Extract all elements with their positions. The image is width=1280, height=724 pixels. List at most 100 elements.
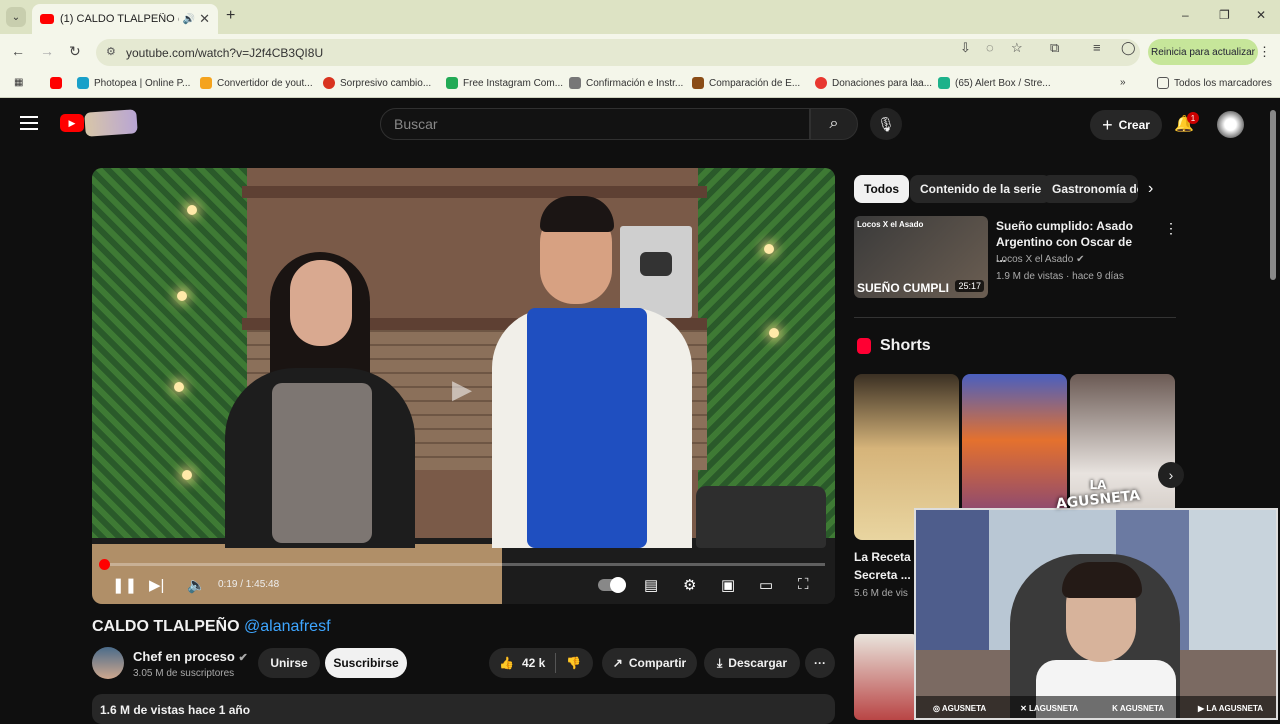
progress-bar[interactable] xyxy=(99,559,825,570)
join-button[interactable]: Unirse xyxy=(258,648,320,678)
fullscreen-icon[interactable]: ⛶ xyxy=(798,576,809,593)
bookmark-item[interactable]: Confirmación e Instr... xyxy=(569,77,683,89)
youtube-header: ▶ Buscar ⌕ 🎙 + Crear 🔔 1 xyxy=(0,100,1280,148)
handle-text: LA AGUSNETA xyxy=(1206,703,1264,713)
volume-icon[interactable]: 🔈 xyxy=(187,576,206,594)
next-button[interactable]: ▶| xyxy=(149,576,164,594)
install-app-icon[interactable]: ⇩ xyxy=(960,40,971,56)
shorts-next-icon[interactable]: › xyxy=(1158,462,1184,488)
browser-menu-icon[interactable]: ⋮ xyxy=(1258,44,1271,60)
bookmark-star-icon[interactable]: ☆ xyxy=(1011,40,1023,56)
channel-avatar[interactable] xyxy=(92,647,124,679)
video-title: CALDO TLALPEÑO @alanafresf xyxy=(92,618,331,636)
verified-icon: ✔ xyxy=(1076,254,1085,265)
tab-search-button[interactable]: ⌄ xyxy=(6,7,26,27)
recommended-thumbnail[interactable]: Locos X el Asado SUEÑO CUMPLI 25:17 xyxy=(854,216,988,298)
download-button[interactable]: ⤓ Descargar xyxy=(704,648,800,678)
like-button[interactable]: 👍 42 k xyxy=(499,656,545,670)
create-button[interactable]: + Crear xyxy=(1090,110,1162,140)
reload-button[interactable]: ↻ xyxy=(69,43,81,60)
voice-search-button[interactable]: 🎙 xyxy=(870,108,902,140)
media-controls-icon[interactable]: ≡ xyxy=(1093,40,1101,55)
chip-series[interactable]: Contenido de la serie xyxy=(910,175,1052,203)
bookmark-item[interactable]: Photopea | Online P... xyxy=(77,77,190,89)
chip-all[interactable]: Todos xyxy=(854,175,910,203)
close-tab-icon[interactable]: ✕ xyxy=(199,11,210,27)
recommended-thumbnail[interactable] xyxy=(854,634,918,720)
bookmark-item[interactable]: (65) Alert Box / Stre... xyxy=(938,77,1051,89)
video-frame-light xyxy=(764,244,774,254)
minimize-button[interactable]: – xyxy=(1182,8,1189,22)
mention-link[interactable]: @alanafresf xyxy=(244,618,331,635)
restore-button[interactable]: ❐ xyxy=(1219,8,1230,22)
dislike-icon[interactable]: 👎 xyxy=(566,656,581,670)
back-button[interactable]: ← xyxy=(11,43,25,59)
bookmark-label: Photopea | Online P... xyxy=(94,77,191,89)
chip-gastronomy[interactable]: Gastronomía de xyxy=(1042,175,1138,203)
search-input[interactable]: Buscar xyxy=(380,108,810,140)
more-actions-button[interactable]: ··· xyxy=(805,648,835,678)
apps-grid-icon[interactable]: ▦ xyxy=(14,77,23,88)
search-button[interactable]: ⌕ xyxy=(810,108,858,140)
video-frame-shelf xyxy=(242,186,707,198)
update-button[interactable]: Reinicia para actualizar xyxy=(1148,39,1258,65)
bookmark-favicon-icon xyxy=(200,77,212,89)
webcam-overlay: ◎ AGUSNETA ✕ LAGUSNETA K AGUSNETA ▶ LA A… xyxy=(914,508,1278,720)
bookmark-label: Convertidor de yout... xyxy=(217,77,313,89)
page-scrollbar[interactable] xyxy=(1270,110,1276,280)
bookmark-item[interactable]: Comparación de E... xyxy=(692,77,800,89)
bookmark-item[interactable]: Sorpresivo cambio... xyxy=(323,77,431,89)
address-bar[interactable]: ⚙ youtube.com/watch?v=J2f4CB3QI8U xyxy=(96,39,1140,66)
youtube-favicon-icon xyxy=(40,14,54,24)
bookmark-label: Donaciones para laa... xyxy=(832,77,933,89)
new-tab-button[interactable]: + xyxy=(226,7,235,25)
video-frame-light xyxy=(187,205,197,215)
site-info-icon[interactable]: ⚙ xyxy=(106,45,116,58)
tab-title: (1) CALDO TLALPEÑO @ala xyxy=(60,13,179,25)
browser-tab-active[interactable]: (1) CALDO TLALPEÑO @ala 🔊 ✕ xyxy=(32,4,218,34)
bookmark-item[interactable]: Free Instagram Com... xyxy=(446,77,563,89)
speaker-icon[interactable]: 🔊 xyxy=(183,14,195,25)
doodle-logo[interactable] xyxy=(84,109,138,137)
theater-mode-icon[interactable]: ▭ xyxy=(759,576,773,594)
shorts-heading: Shorts xyxy=(880,337,931,354)
more-bookmarks-button[interactable]: » xyxy=(1120,77,1126,88)
pause-button[interactable]: ❚❚ xyxy=(112,576,137,594)
chips-next-arrow-icon[interactable]: › xyxy=(1148,180,1153,198)
browser-tab-bar: ⌄ (1) CALDO TLALPEÑO @ala 🔊 ✕ + – ❐ ✕ xyxy=(0,0,1280,34)
close-window-button[interactable]: ✕ xyxy=(1256,8,1266,22)
channel-name[interactable]: Chef en proceso ✔ xyxy=(133,649,248,664)
video-player[interactable]: ▶ ❚❚ ▶| 🔈 0:19 / 1:45:48 ▤ ⚙ ▣ ▭ ⛶ xyxy=(92,168,835,604)
forward-button[interactable]: → xyxy=(40,43,54,59)
menu-icon[interactable] xyxy=(20,116,38,130)
more-options-icon[interactable]: ⋮ xyxy=(1164,220,1178,237)
bookmark-item[interactable]: Donaciones para laa... xyxy=(815,77,932,89)
settings-gear-icon[interactable]: ⚙ xyxy=(683,576,696,594)
video-frame-light xyxy=(174,382,184,392)
section-divider xyxy=(854,317,1176,318)
bookmark-favicon-icon xyxy=(323,77,335,89)
plus-icon: + xyxy=(1102,114,1113,135)
profile-icon[interactable]: ◯ xyxy=(1121,40,1136,56)
browser-toolbar: ← → ↻ ⚙ youtube.com/watch?v=J2f4CB3QI8U … xyxy=(0,34,1280,70)
hide-eye-icon[interactable]: ◌ xyxy=(986,40,994,55)
url-text: youtube.com/watch?v=J2f4CB3QI8U xyxy=(126,45,324,60)
subscribe-button[interactable]: Suscribirse xyxy=(325,648,407,678)
all-bookmarks-button[interactable]: Todos los marcadores xyxy=(1157,77,1272,89)
account-avatar[interactable] xyxy=(1217,111,1244,138)
subtitles-icon[interactable]: ▤ xyxy=(644,576,658,594)
short-title[interactable]: La Receta Secreta ... xyxy=(854,548,911,584)
extensions-icon[interactable]: ⧉ xyxy=(1050,40,1059,56)
bookmark-label: Confirmación e Instr... xyxy=(586,77,684,89)
streamer-logo: LA AGUSNETA xyxy=(1052,478,1144,538)
play-overlay-icon: ▶ xyxy=(452,374,472,404)
youtube-icon xyxy=(50,77,62,89)
youtube-logo-icon[interactable]: ▶ xyxy=(60,114,84,132)
share-button[interactable]: ↗ Compartir xyxy=(602,648,697,678)
thumbs-up-icon: 👍 xyxy=(499,656,514,670)
miniplayer-icon[interactable]: ▣ xyxy=(721,576,735,594)
bookmark-item[interactable]: Convertidor de yout... xyxy=(200,77,313,89)
autoplay-toggle[interactable] xyxy=(598,577,626,593)
bookmark-youtube[interactable] xyxy=(50,77,67,89)
bookmark-favicon-icon xyxy=(77,77,89,89)
